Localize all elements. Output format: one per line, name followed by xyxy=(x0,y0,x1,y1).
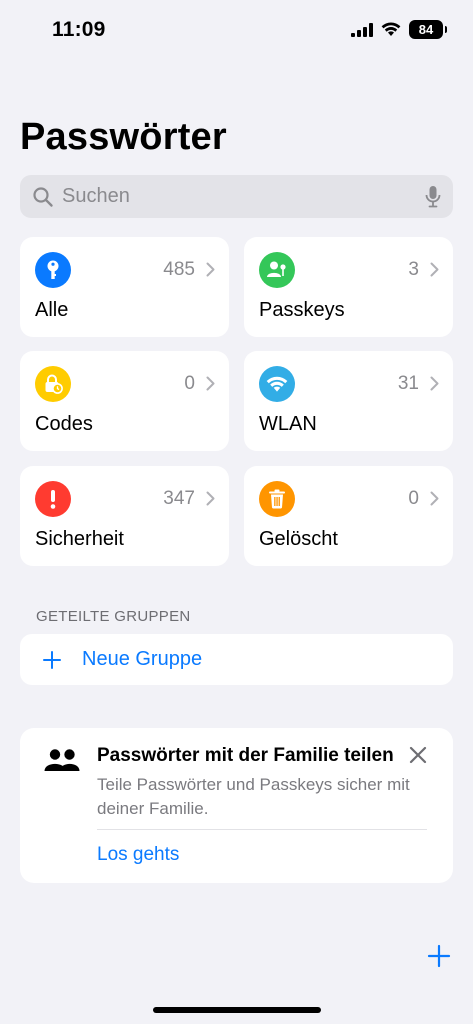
passkey-icon xyxy=(259,252,295,288)
family-sharing-card: Passwörter mit der Familie teilen Teile … xyxy=(20,728,453,883)
battery-level: 84 xyxy=(418,22,434,37)
family-card-title: Passwörter mit der Familie teilen xyxy=(97,745,394,766)
wifi-status-icon xyxy=(381,22,401,36)
chevron-right-icon xyxy=(206,491,215,506)
tile-count: 0 xyxy=(184,373,195,394)
chevron-right-icon xyxy=(206,376,215,391)
divider xyxy=(97,829,427,830)
home-indicator[interactable] xyxy=(153,1007,321,1013)
tile-count: 485 xyxy=(163,259,195,280)
get-started-link[interactable]: Los gehts xyxy=(97,844,179,866)
new-group-button[interactable]: Neue Gruppe xyxy=(20,634,453,685)
category-tile-codes[interactable]: 0 Codes xyxy=(20,351,229,451)
category-tile-sicherheit[interactable]: 347 Sicherheit xyxy=(20,466,229,566)
tile-count: 3 xyxy=(408,259,419,280)
chevron-right-icon xyxy=(430,491,439,506)
chevron-right-icon xyxy=(430,376,439,391)
tile-label: WLAN xyxy=(259,413,317,435)
tile-count: 31 xyxy=(397,373,419,394)
family-card-description: Teile Passwörter und Passkeys sicher mit… xyxy=(97,775,410,818)
shared-groups-header: GETEILTE GRUPPEN xyxy=(36,608,191,625)
new-group-label: Neue Gruppe xyxy=(82,648,203,670)
tile-label: Codes xyxy=(35,413,93,435)
cellular-signal-icon xyxy=(351,22,373,37)
plus-icon xyxy=(43,650,61,669)
page-title: Passwörter xyxy=(20,116,227,158)
category-tile-wlan[interactable]: 31 WLAN xyxy=(244,351,453,451)
category-tile-passkeys[interactable]: 3 Passkeys xyxy=(244,237,453,337)
people-icon xyxy=(44,749,80,771)
search-icon xyxy=(33,186,53,207)
chevron-right-icon xyxy=(430,262,439,277)
tile-label: Alle xyxy=(35,299,69,321)
trash-icon xyxy=(259,481,295,517)
exclamation-icon xyxy=(35,481,71,517)
status-time: 11:09 xyxy=(52,18,106,41)
close-icon[interactable] xyxy=(409,746,427,764)
passwords-app-screen: 11:09 84 Passwörter Suchen 485 Alle 3 Pa… xyxy=(0,0,473,1024)
microphone-icon[interactable] xyxy=(425,185,441,209)
tile-count: 0 xyxy=(408,488,419,509)
tile-label: Passkeys xyxy=(259,299,345,321)
tile-count: 347 xyxy=(163,488,195,509)
lock-clock-icon xyxy=(35,366,71,402)
search-field[interactable]: Suchen xyxy=(20,175,453,218)
wifi-icon xyxy=(259,366,295,402)
key-icon xyxy=(35,252,71,288)
search-placeholder: Suchen xyxy=(62,185,130,207)
status-icons: 84 xyxy=(351,20,447,39)
add-password-button[interactable] xyxy=(427,944,451,968)
battery-indicator: 84 xyxy=(409,20,447,39)
chevron-right-icon xyxy=(206,262,215,277)
category-tile-geloescht[interactable]: 0 Gelöscht xyxy=(244,466,453,566)
tile-label: Gelöscht xyxy=(259,528,338,550)
category-tile-alle[interactable]: 485 Alle xyxy=(20,237,229,337)
tile-label: Sicherheit xyxy=(35,528,124,550)
